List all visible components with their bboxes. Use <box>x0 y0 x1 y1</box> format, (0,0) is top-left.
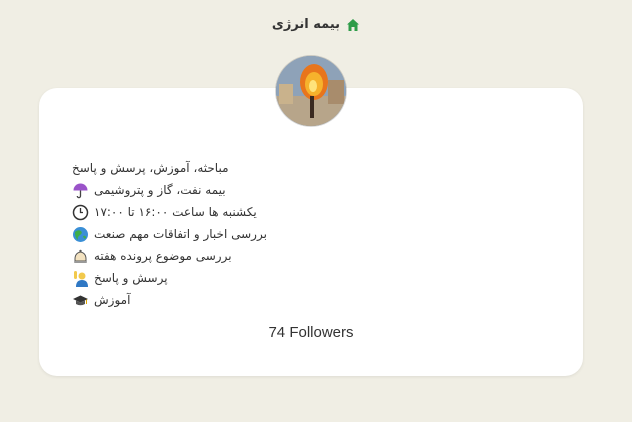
description-line: یکشنبه ها ساعت ۱۶:۰۰ تا ۱۷:۰۰ <box>72 201 372 223</box>
description-text: بررسی موضوع پرونده هفته <box>94 249 232 263</box>
page-header: بیمه انرژی <box>0 17 632 32</box>
graduation-cap-icon <box>73 295 88 305</box>
channel-avatar[interactable] <box>276 56 346 126</box>
globe-icon <box>73 226 88 242</box>
clock-icon <box>72 204 89 220</box>
description-line: پرسش و پاسخ <box>72 267 372 289</box>
bell-icon <box>74 249 87 263</box>
description-line: بیمه نفت، گاز و پتروشیمی <box>72 179 372 201</box>
description-line: بررسی اخبار و اتفاقات مهم صنعت <box>72 223 372 245</box>
channel-description: مباحثه، آموزش، پرسش و پاسخ بیمه نفت، گاز… <box>72 157 372 311</box>
description-text: پرسش و پاسخ <box>94 271 168 285</box>
channel-title[interactable]: بیمه انرژی <box>272 17 340 32</box>
description-text: بررسی اخبار و اتفاقات مهم صنعت <box>94 227 267 241</box>
description-text: مباحثه، آموزش، پرسش و پاسخ <box>72 161 229 175</box>
umbrella-icon <box>73 183 88 198</box>
description-text: آموزش <box>94 293 131 307</box>
description-line: مباحثه، آموزش، پرسش و پاسخ <box>72 157 372 179</box>
home-icon[interactable] <box>346 18 360 32</box>
followers-count[interactable]: 74 Followers <box>39 324 583 341</box>
person-raising-hand-icon <box>74 270 88 287</box>
description-line: آموزش <box>72 289 372 311</box>
description-text: بیمه نفت، گاز و پتروشیمی <box>94 183 226 197</box>
description-line: بررسی موضوع پرونده هفته <box>72 245 372 267</box>
description-text: یکشنبه ها ساعت ۱۶:۰۰ تا ۱۷:۰۰ <box>94 205 257 219</box>
